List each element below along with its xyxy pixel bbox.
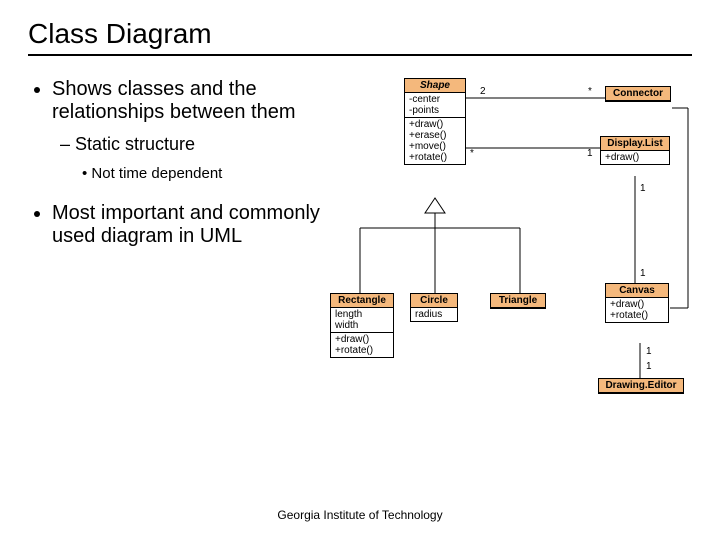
bullet-list: Shows classes and the relationships betw… [30, 68, 340, 428]
mult-2: 2 [480, 86, 486, 97]
mult-star-connector: * [588, 86, 592, 97]
mult-1-de-top: 1 [646, 346, 652, 357]
class-shape: Shape -center -points +draw() +erase() +… [404, 78, 466, 165]
bullet-1-1: Static structure [75, 134, 195, 154]
class-rectangle-ops: +draw() +rotate() [331, 333, 393, 357]
class-drawing-editor-name: Drawing.Editor [599, 379, 683, 393]
bullet-2: Most important and commonly used diagram… [52, 202, 320, 247]
bullet-1: Shows classes and the relationships betw… [52, 78, 295, 123]
class-displaylist-name: Display.List [601, 137, 669, 151]
class-triangle: Triangle [490, 293, 546, 309]
class-shape-ops: +draw() +erase() +move() +rotate() [405, 118, 465, 164]
mult-1-displaylist: 1 [587, 148, 593, 159]
mult-1-canvas-top: 1 [640, 183, 646, 194]
class-displaylist: Display.List +draw() [600, 136, 670, 165]
footer-text: Georgia Institute of Technology [0, 508, 720, 522]
class-canvas-ops: +draw() +rotate() [606, 298, 668, 322]
mult-1-canvas-side: 1 [640, 268, 646, 279]
class-connector-name: Connector [606, 87, 670, 101]
page-title: Class Diagram [28, 18, 692, 56]
class-canvas: Canvas +draw() +rotate() [605, 283, 669, 323]
class-rectangle-name: Rectangle [331, 294, 393, 308]
class-canvas-name: Canvas [606, 284, 668, 298]
class-triangle-name: Triangle [491, 294, 545, 308]
uml-diagram: Shape -center -points +draw() +erase() +… [340, 68, 710, 428]
class-shape-name: Shape [405, 79, 465, 93]
class-rectangle: Rectangle length width +draw() +rotate() [330, 293, 394, 358]
class-circle-attrs: radius [411, 308, 457, 321]
mult-1-de-bot: 1 [646, 361, 652, 372]
class-drawing-editor: Drawing.Editor [598, 378, 684, 394]
bullet-1-1-1: Not time dependent [91, 165, 222, 182]
class-circle: Circle radius [410, 293, 458, 322]
class-shape-attrs: -center -points [405, 93, 465, 118]
class-connector: Connector [605, 86, 671, 102]
mult-star-displaylist: * [470, 148, 474, 159]
class-rectangle-attrs: length width [331, 308, 393, 333]
class-displaylist-ops: +draw() [601, 151, 669, 164]
class-circle-name: Circle [411, 294, 457, 308]
